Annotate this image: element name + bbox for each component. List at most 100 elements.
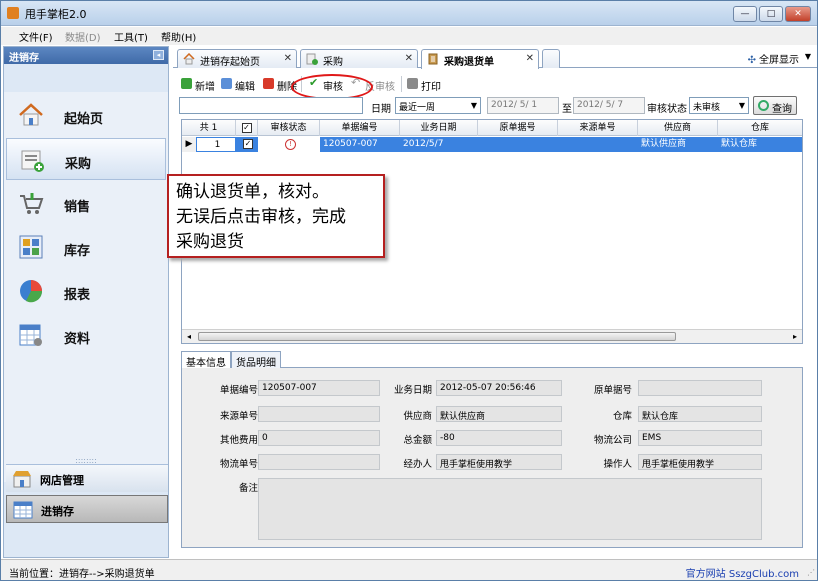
menu-file[interactable]: 文件(F) xyxy=(19,29,53,44)
minimize-button[interactable]: — xyxy=(733,6,757,22)
sidebar-item-inventory[interactable]: 库存 xyxy=(6,226,166,268)
date-range-select[interactable]: 最近一周 ▼ xyxy=(395,97,481,114)
horizontal-scrollbar[interactable]: ◂ ▸ xyxy=(182,329,802,343)
edit-button[interactable]: 编辑 xyxy=(221,78,255,93)
date-from-input[interactable]: 2012/ 5/ 1 xyxy=(487,97,559,114)
tab-label: 采购 xyxy=(323,57,343,68)
col-header-doc-no[interactable]: 单据编号 xyxy=(320,120,400,136)
sidebar-item-label: 报表 xyxy=(64,288,91,303)
warehouse-field[interactable]: 默认仓库 xyxy=(638,406,762,422)
callout-line: 确认退货单，核对。 xyxy=(176,182,329,202)
purchase-icon xyxy=(21,150,44,172)
logistics-label: 物流公司 xyxy=(593,435,632,446)
print-button[interactable]: 打印 xyxy=(407,78,441,93)
tab-purchase[interactable]: 采购 ✕ xyxy=(300,49,418,68)
callout-line: 无误后点击审核，完成 xyxy=(176,207,346,227)
fullscreen-button[interactable]: ✣ 全屏显示 xyxy=(748,51,799,66)
main-panel: 进销存起始页 ✕ 采购 ✕ 采购退货单 ✕ ✣ 全屏显示 ▼ 新增 编辑 删除 … xyxy=(173,46,817,558)
current-location: 当前位置：进销存-->采购退货单 xyxy=(9,569,155,580)
menu-tools[interactable]: 工具(T) xyxy=(114,29,148,44)
print-label: 打印 xyxy=(421,82,441,93)
close-icon[interactable]: ✕ xyxy=(284,53,292,64)
query-button[interactable]: 查询 xyxy=(753,96,797,115)
grid-select-all[interactable]: ✓ xyxy=(236,120,258,136)
sidebar-item-home[interactable]: 起始页 xyxy=(6,94,166,136)
shop-icon xyxy=(13,471,31,488)
sidebar-item-label: 销售 xyxy=(64,200,91,215)
scroll-thumb[interactable] xyxy=(198,332,676,341)
menu-data[interactable]: 数据(D) xyxy=(65,29,101,44)
tab-new[interactable] xyxy=(542,49,560,68)
source-label: 来源单号 xyxy=(219,411,258,422)
tab-purchase-return[interactable]: 采购退货单 ✕ xyxy=(421,49,539,69)
sidebar-item-sales[interactable]: 销售 xyxy=(6,182,166,224)
add-button[interactable]: 新增 xyxy=(181,78,215,93)
edit-icon xyxy=(221,78,232,89)
col-header-orig-no[interactable]: 原单据号 xyxy=(478,120,558,136)
col-header-date[interactable]: 业务日期 xyxy=(400,120,478,136)
close-icon[interactable]: ✕ xyxy=(405,53,413,64)
official-site-link[interactable]: 官方网站 SszgClub.com xyxy=(686,565,799,580)
pie-chart-icon xyxy=(20,280,43,303)
sidebar-button-inventory[interactable]: 进销存 xyxy=(6,495,168,523)
cart-icon xyxy=(20,193,44,214)
col-header-warehouse[interactable]: 仓库 xyxy=(718,120,802,136)
biz-date-label: 业务日期 xyxy=(393,385,432,396)
query-label: 查询 xyxy=(772,104,792,115)
supplier-field[interactable]: 默认供应商 xyxy=(436,406,562,422)
col-header-source-no[interactable]: 来源单号 xyxy=(558,120,638,136)
operator-field[interactable]: 甩手掌柜使用教学 xyxy=(638,454,762,470)
table-row[interactable]: ▶ 1 ✓ ! 120507-007 2012/5/7 默认供应商 默认仓库 xyxy=(182,137,802,152)
doc-no-label: 单据编号 xyxy=(219,385,258,396)
logistics-field[interactable]: EMS xyxy=(638,430,762,446)
search-input[interactable] xyxy=(179,97,363,114)
grid-header: 共 1 ✓ 审核状态 单据编号 业务日期 原单据号 来源单号 供应商 仓库 xyxy=(182,120,802,136)
app-logo-icon xyxy=(7,7,19,19)
filter-bar: 日期 最近一周 ▼ 2012/ 5/ 1 至 2012/ 5/ 7 审核状态 未… xyxy=(173,96,817,116)
row-orig-no xyxy=(478,137,558,152)
menu-help[interactable]: 帮助(H) xyxy=(161,29,196,44)
close-icon[interactable]: ✕ xyxy=(526,53,534,64)
scroll-left-icon[interactable]: ◂ xyxy=(182,330,196,343)
callout-line: 采购退货 xyxy=(176,232,244,252)
scroll-right-icon[interactable]: ▸ xyxy=(788,330,802,343)
orig-no-field[interactable] xyxy=(638,380,762,396)
add-label: 新增 xyxy=(195,82,215,93)
collapse-sidebar-icon[interactable]: ◂ xyxy=(153,50,164,60)
row-number: 1 xyxy=(196,137,236,152)
sidebar-header: 进销存 ◂ xyxy=(4,47,168,64)
total-label: 总金额 xyxy=(403,435,432,446)
sidebar-item-data[interactable]: 资料 xyxy=(6,314,166,356)
row-checkbox[interactable]: ✓ xyxy=(240,137,258,152)
remark-field[interactable] xyxy=(258,478,762,540)
sidebar-item-purchase[interactable]: 采购 xyxy=(6,138,166,180)
tab-goods-detail[interactable]: 货品明细 xyxy=(231,351,281,369)
col-header-status[interactable]: 审核状态 xyxy=(258,120,320,136)
maximize-button[interactable]: □ xyxy=(759,6,783,22)
checkbox: ✓ xyxy=(241,122,252,133)
tab-menu-dropdown[interactable]: ▼ xyxy=(805,52,811,61)
sidebar-button-shop[interactable]: 网店管理 xyxy=(6,464,168,492)
tab-basic-info[interactable]: 基本信息 xyxy=(181,351,231,369)
handler-label: 经办人 xyxy=(403,459,432,470)
date-to-input[interactable]: 2012/ 5/ 7 xyxy=(573,97,645,114)
purchase-icon xyxy=(306,53,318,65)
detail-form: 单据编号 120507-007 业务日期 2012-05-07 20:56:46… xyxy=(181,368,803,548)
biz-date-field[interactable]: 2012-05-07 20:56:46 xyxy=(436,380,562,396)
to-label: 至 xyxy=(562,104,572,115)
add-icon xyxy=(181,78,192,89)
tab-start-page[interactable]: 进销存起始页 ✕ xyxy=(177,49,297,68)
close-button[interactable]: ✕ xyxy=(785,6,811,22)
sidebar-item-reports[interactable]: 报表 xyxy=(6,270,166,312)
sidebar-item-label: 采购 xyxy=(65,157,92,172)
window-title: 甩手掌柜2.0 xyxy=(25,8,87,21)
delete-icon xyxy=(263,78,274,89)
handler-field[interactable]: 甩手掌柜使用教学 xyxy=(436,454,562,470)
supplier-label: 供应商 xyxy=(403,411,432,422)
resize-grip-icon[interactable]: ⋰ xyxy=(807,568,815,577)
col-header-supplier[interactable]: 供应商 xyxy=(638,120,718,136)
total-field[interactable]: -80 xyxy=(436,430,562,446)
edit-label: 编辑 xyxy=(235,82,255,93)
checkbox: ✓ xyxy=(243,138,253,149)
status-select[interactable]: 未审核 ▼ xyxy=(689,97,749,114)
